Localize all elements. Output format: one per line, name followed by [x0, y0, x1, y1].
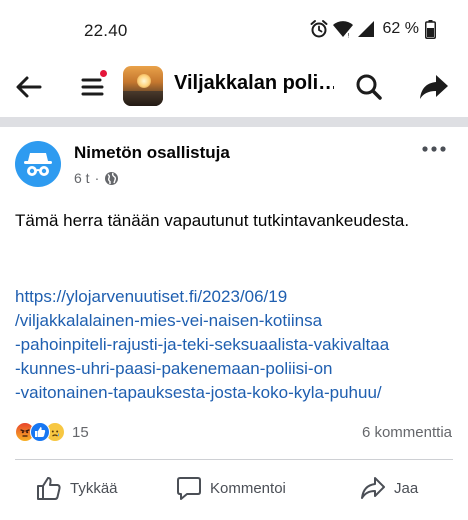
wifi-icon: !: [332, 21, 353, 39]
svg-text:!: !: [347, 33, 349, 39]
post-text: Tämä herra tänään vapautunut tutkintavan…: [15, 211, 410, 230]
section-divider: [0, 117, 468, 127]
comment-bubble-icon: [177, 477, 201, 500]
group-title[interactable]: Viljakkalan poli…: [174, 72, 334, 95]
reactions-summary[interactable]: 15: [15, 422, 89, 442]
comment-label: Kommentoi: [210, 479, 286, 497]
share-icon: [361, 477, 385, 499]
globe-icon: [105, 171, 119, 185]
battery-percent: 62 %: [382, 20, 419, 37]
link-line[interactable]: https://ylojarvenuutiset.fi/2023/06/19: [15, 285, 460, 309]
link-line[interactable]: -pahoinpiteli-rajusti-ja-teki-seksuaalis…: [15, 333, 460, 357]
reaction-count: 15: [72, 423, 89, 441]
comment-count[interactable]: 6 kommenttia: [362, 424, 452, 441]
post-card: Nimetön osallistuja 6 t · Tämä herra tän…: [0, 127, 468, 520]
post-actions: Tykkää Kommentoi Jaa: [0, 467, 468, 511]
status-bar: 22.40 ! 62 %: [0, 0, 468, 58]
search-icon[interactable]: [354, 72, 384, 102]
status-time: 22.40: [84, 21, 128, 40]
post-meta: 6 t ·: [74, 170, 119, 186]
post-time[interactable]: 6 t: [74, 170, 90, 186]
signal-icon: [357, 21, 374, 37]
link-line[interactable]: -kunnes-uhri-paasi-pakenemaan-poliisi-on: [15, 357, 460, 381]
like-reaction-icon: [30, 422, 50, 442]
link-line[interactable]: /viljakkalalainen-mies-vei-naisen-kotiin…: [15, 309, 460, 333]
like-label: Tykkää: [70, 479, 118, 497]
status-icons: ! 62 %: [309, 19, 436, 39]
share-arrow-icon[interactable]: [418, 72, 450, 102]
battery-icon: [425, 19, 436, 39]
author-avatar[interactable]: [15, 141, 61, 187]
app-bar: Viljakkalan poli…: [0, 58, 468, 114]
alarm-icon: [310, 20, 328, 38]
thumbs-up-icon: [37, 476, 61, 500]
share-label: Jaa: [394, 479, 419, 497]
more-dots-icon[interactable]: [420, 139, 448, 159]
post-link[interactable]: https://ylojarvenuutiset.fi/2023/06/19 /…: [15, 285, 460, 405]
actions-divider: [15, 459, 453, 460]
author-name[interactable]: Nimetön osallistuja: [74, 143, 230, 163]
notification-dot: [99, 69, 108, 78]
incognito-icon: [24, 153, 52, 176]
meta-separator: ·: [94, 170, 100, 186]
back-arrow-icon[interactable]: [14, 72, 44, 102]
like-button[interactable]: Tykkää: [36, 475, 118, 501]
link-line[interactable]: -vaitonainen-tapauksesta-josta-koko-kyla…: [15, 381, 460, 405]
group-avatar[interactable]: [123, 66, 163, 106]
sunset-image: [137, 74, 151, 88]
share-button[interactable]: Jaa: [360, 475, 418, 501]
comment-button[interactable]: Kommentoi: [176, 475, 286, 501]
